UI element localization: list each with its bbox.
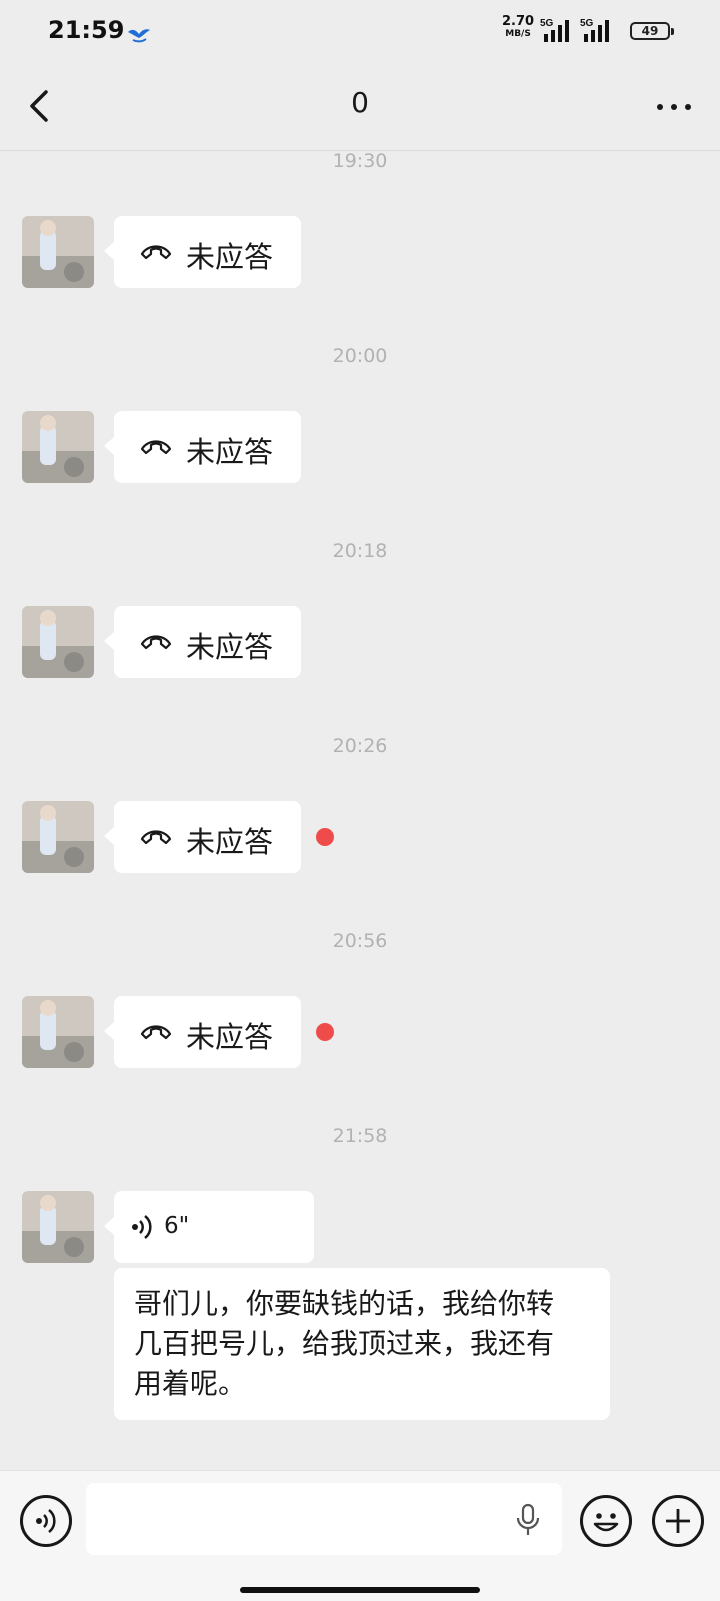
message-list[interactable]: 19:30 未应答 20:00 未应答 20:18 未应答 20:26 未应答 … (0, 150, 720, 1470)
missed-call-bubble[interactable]: 未应答 (104, 411, 301, 483)
message-input[interactable] (86, 1483, 562, 1555)
text-message-bubble[interactable]: 哥们儿，你要缺钱的话，我给你转 几百把号儿，给我顶过来，我还有 用着呢。 (114, 1268, 610, 1420)
avatar[interactable] (22, 801, 94, 873)
network-speed-unit: MB/S (505, 29, 531, 39)
avatar[interactable] (22, 606, 94, 678)
voice-wave-icon (36, 1509, 56, 1533)
text-message-line: 哥们儿，你要缺钱的话，我给你转 (134, 1287, 555, 1320)
status-time: 21:59 (48, 16, 125, 44)
text-message-line: 用着呢。 (134, 1367, 247, 1400)
call-status-label: 未应答 (186, 240, 274, 274)
voice-duration: 6" (164, 1213, 190, 1239)
unread-dot (316, 828, 334, 846)
avatar[interactable] (22, 996, 94, 1068)
voice-wave-icon (132, 1215, 152, 1239)
missed-call-icon (140, 245, 172, 260)
timestamp: 21:58 (332, 1125, 388, 1147)
signal2-label: 5G (580, 18, 594, 29)
avatar[interactable] (22, 1191, 94, 1263)
avatar[interactable] (22, 216, 94, 288)
avatar[interactable] (22, 411, 94, 483)
voice-message-bubble[interactable]: 6" (104, 1191, 314, 1263)
call-status-label: 未应答 (186, 825, 274, 859)
timestamp: 20:00 (332, 345, 388, 367)
plus-icon (666, 1509, 690, 1533)
timestamp: 20:56 (332, 930, 388, 952)
voice-input-toggle[interactable] (20, 1495, 72, 1547)
bird-app-icon (128, 29, 150, 43)
unread-dot (316, 1023, 334, 1041)
microphone-icon[interactable] (514, 1503, 542, 1537)
timestamp: 19:30 (332, 150, 388, 172)
more-functions-button[interactable] (652, 1495, 704, 1547)
network-speed: 2.70 MB/S (502, 14, 535, 40)
network-speed-value: 2.70 (502, 14, 535, 29)
signal-5g-icon: 5G (540, 18, 569, 42)
missed-call-icon (140, 635, 172, 650)
missed-call-icon (140, 440, 172, 455)
timestamp: 20:26 (332, 735, 388, 757)
emoji-icon (593, 1513, 619, 1532)
emoji-button[interactable] (580, 1495, 632, 1547)
status-bar: 21:59 2.70 MB/S 5G 5G 49 (0, 0, 720, 64)
missed-call-icon (140, 830, 172, 845)
call-status-label: 未应答 (186, 435, 274, 469)
timestamp: 20:18 (332, 540, 388, 562)
missed-call-bubble[interactable]: 未应答 (104, 216, 301, 288)
more-dots-icon[interactable] (656, 102, 692, 112)
missed-call-icon (140, 1025, 172, 1040)
chat-header: 0 (0, 64, 720, 151)
call-status-label: 未应答 (186, 1020, 274, 1054)
missed-call-bubble[interactable]: 未应答 (104, 606, 301, 678)
missed-call-bubble[interactable]: 未应答 (104, 801, 301, 873)
signal1-label: 5G (540, 18, 554, 29)
chat-title: 0 (351, 86, 369, 119)
text-message-line: 几百把号儿，给我顶过来，我还有 (134, 1327, 555, 1360)
input-bar (0, 1470, 720, 1601)
signal-5g-2-icon: 5G (580, 18, 609, 42)
call-status-label: 未应答 (186, 630, 274, 664)
home-indicator[interactable] (240, 1587, 480, 1593)
battery-indicator: 49 (630, 22, 674, 40)
missed-call-bubble[interactable]: 未应答 (104, 996, 301, 1068)
